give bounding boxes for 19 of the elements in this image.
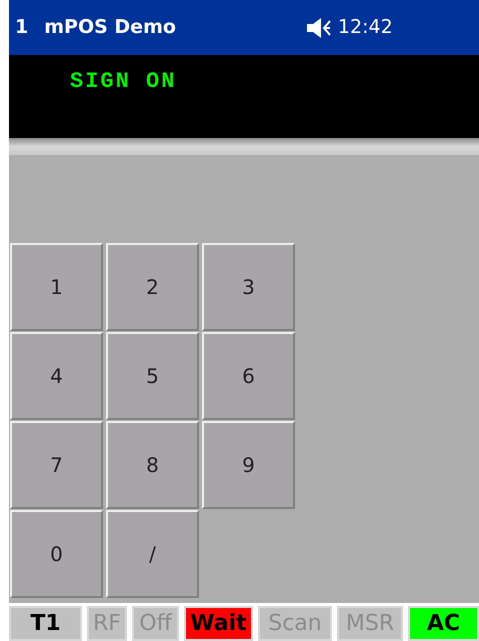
keypad-key[interactable]: 9 — [202, 421, 295, 509]
keypad-key[interactable]: / — [106, 510, 199, 598]
window-number: 1 — [15, 15, 28, 40]
status-indicator: T1 — [9, 606, 82, 641]
display-text: SIGN ON — [70, 69, 176, 94]
clock: 12:42 — [338, 15, 393, 40]
keypad-key[interactable]: 7 — [10, 421, 103, 509]
keypad-key[interactable]: 0 — [10, 510, 103, 598]
keypad-key[interactable]: 1 — [10, 243, 103, 331]
window-title: mPOS Demo — [44, 15, 176, 40]
keypad-key[interactable]: 3 — [202, 243, 295, 331]
keypad-key[interactable]: 6 — [202, 332, 295, 420]
speaker-muted-icon — [306, 16, 332, 38]
status-indicator: Wait — [184, 606, 253, 641]
keypad-key[interactable]: 2 — [106, 243, 199, 331]
keypad-key[interactable]: 4 — [10, 332, 103, 420]
keypad-key[interactable]: 8 — [106, 421, 199, 509]
status-indicator: AC — [408, 606, 479, 641]
keypad-key[interactable]: 5 — [106, 332, 199, 420]
